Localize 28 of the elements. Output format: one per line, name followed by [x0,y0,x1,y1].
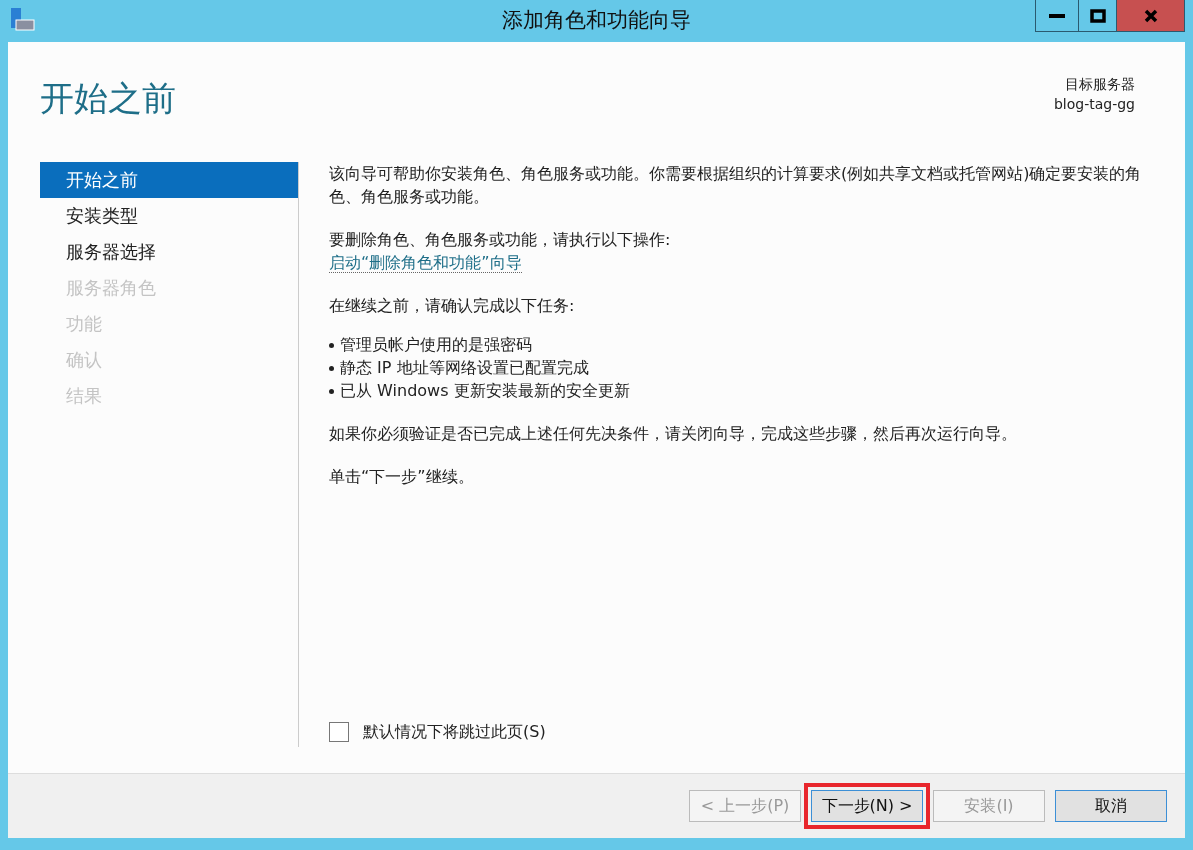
paragraph: 在继续之前，请确认完成以下任务: [329,295,576,317]
wizard-button[interactable]: 取消 [1055,790,1167,822]
minimize-icon [1049,13,1065,18]
bullet-icon [329,366,334,371]
close-button[interactable] [1116,0,1184,31]
paragraph: 单击“下一步”继续。 [329,466,475,488]
paragraph: 该向导可帮助你安装角色、角色服务或功能。你需要根据组织的计算要求(例如共享文档或托管网站)确定要安装的角色、角色服务或功能。 [329,163,1143,208]
bullet-icon [329,389,334,394]
wizard-step[interactable]: 安装类型 [40,198,298,234]
server-icon [10,7,36,31]
page-title: 开始之前 [40,77,176,120]
wizard-link[interactable]: 启动“删除角色和功能”向导 [329,253,522,273]
close-icon [1143,8,1158,23]
paragraph: 要删除角色、角色服务或功能，请执行以下操作: [329,229,672,251]
target-server-label: 目标服务器 [1065,75,1135,94]
wizard-step[interactable]: 服务器选择 [40,234,298,270]
window-title: 添加角色和功能向导 [502,7,691,34]
maximize-icon [1089,8,1106,23]
list-item: 管理员帐户使用的是强密码 [340,334,532,356]
list-item: 已从 Windows 更新安装最新的安全更新 [340,380,630,402]
paragraph: 如果你必须验证是否已完成上述任何先决条件，请关闭向导，完成这些步骤，然后再次运行向导。 [329,423,1018,445]
list-item: 静态 IP 地址等网络设置已配置完成 [340,357,589,379]
bullet-icon [329,343,334,348]
wizard-step[interactable]: 开始之前 [40,162,298,198]
checkbox-label: 默认情况下将跳过此页(S) [363,721,546,743]
wizard-button[interactable]: 下一步(N) > [811,790,923,822]
checkbox[interactable] [329,721,349,742]
target-server-name: blog-tag-gg [1053,95,1135,114]
